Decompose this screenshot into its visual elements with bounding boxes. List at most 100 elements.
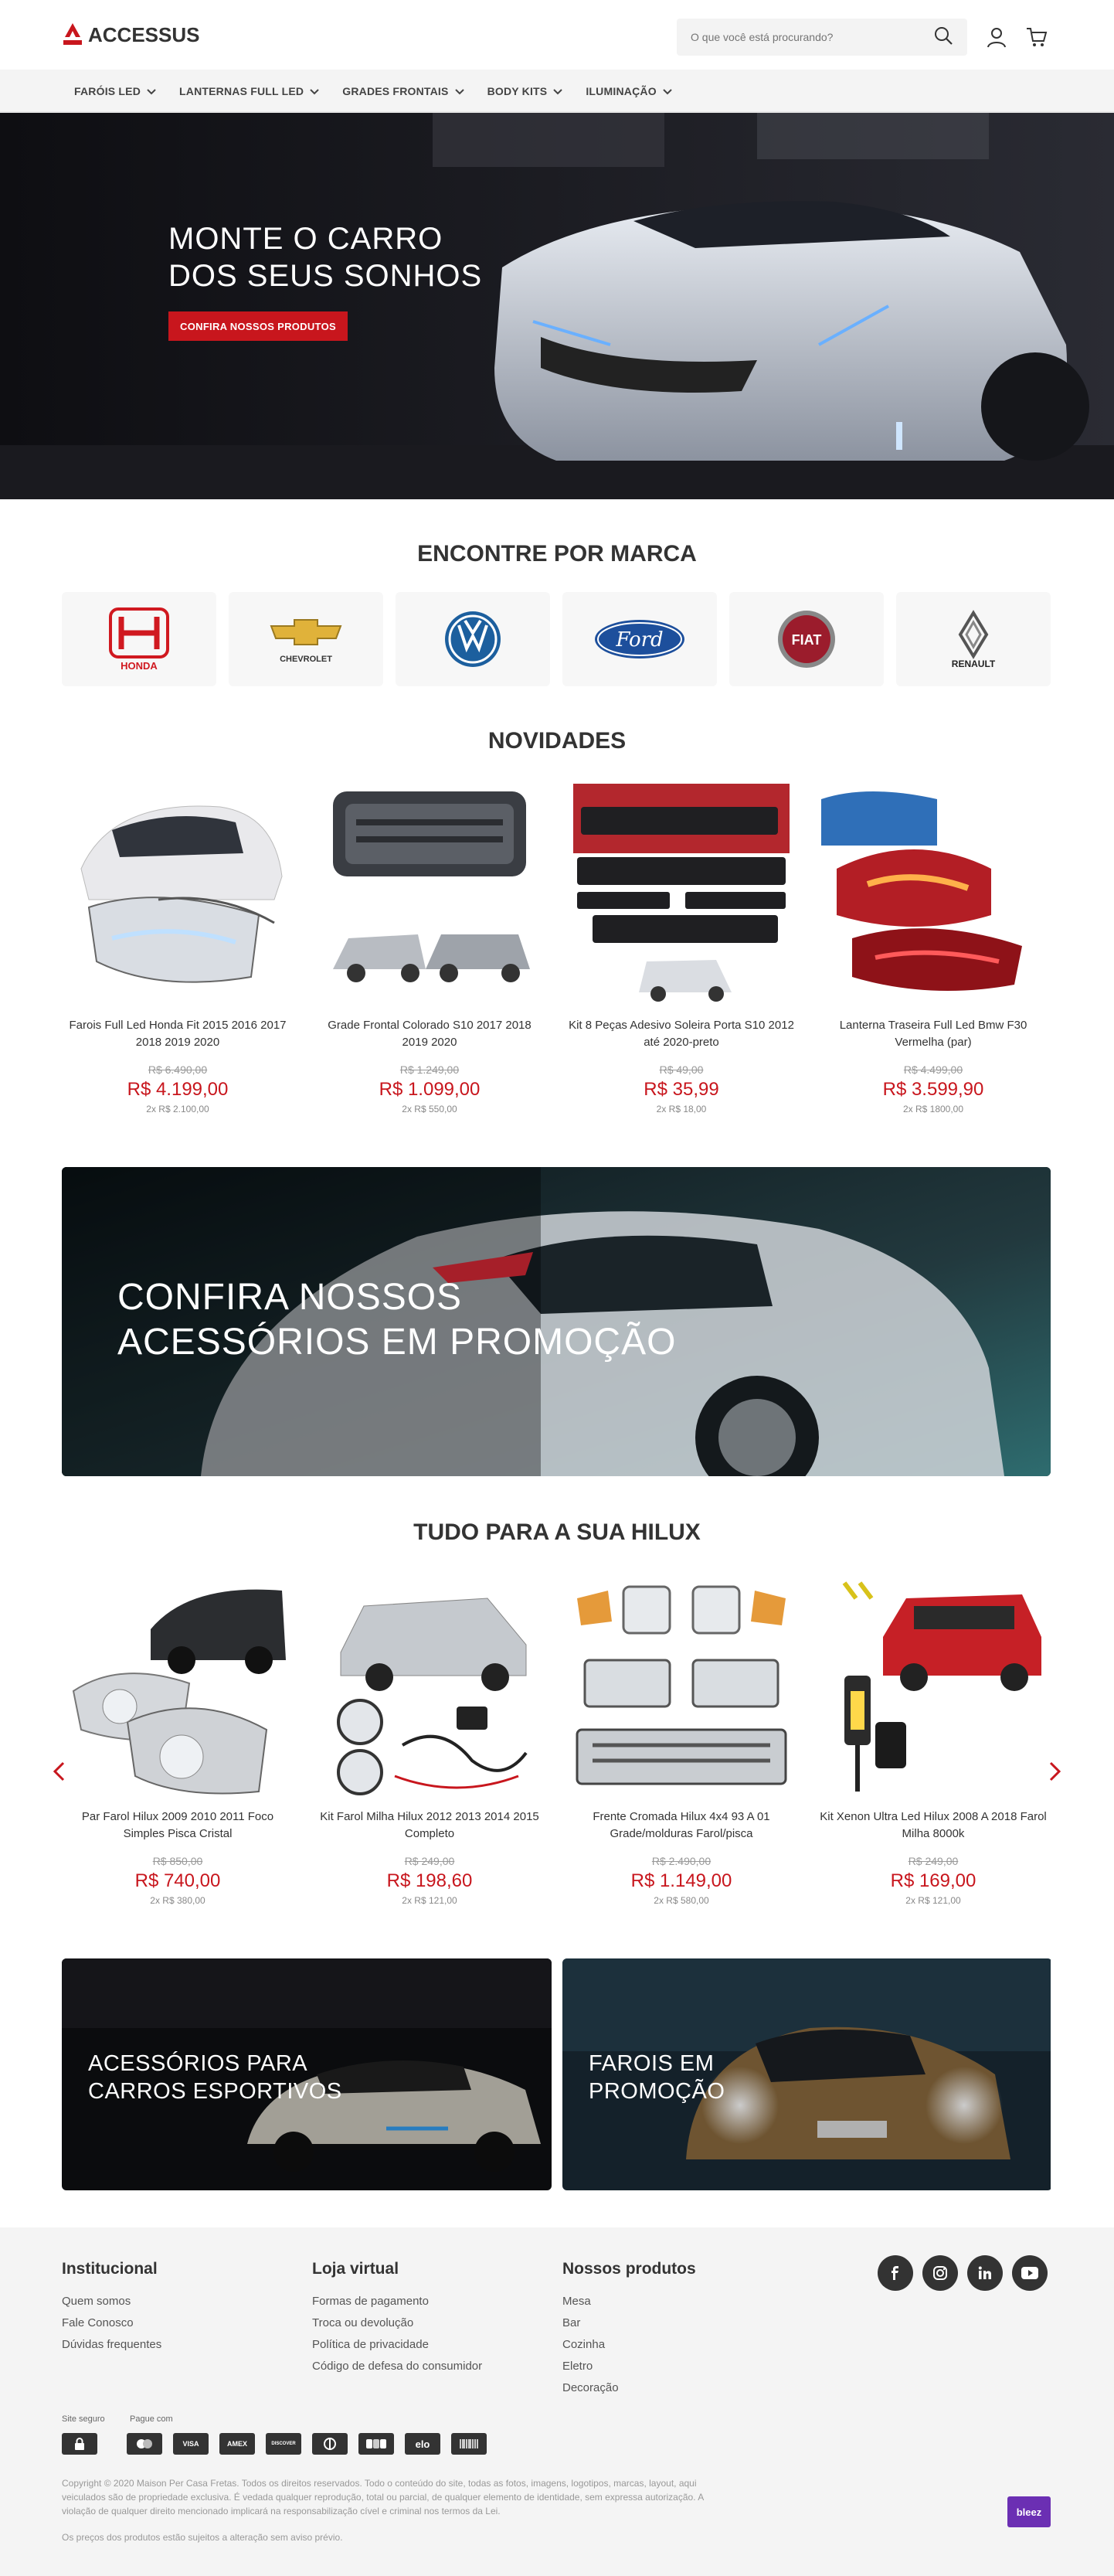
nav-item-grades[interactable]: GRADES FRONTAIS — [342, 85, 464, 97]
product-old-price: R$ 850,00 — [152, 1855, 203, 1867]
footer-link[interactable]: Bar — [562, 2312, 794, 2334]
svg-text:HONDA: HONDA — [121, 660, 158, 672]
product-price: R$ 169,00 — [890, 1870, 976, 1891]
product-name[interactable]: Lanterna Traseira Full Led Bmw F30 Verme… — [817, 1017, 1049, 1051]
footer-link[interactable]: Dúvidas frequentes — [62, 2334, 294, 2356]
product-image[interactable] — [821, 784, 1045, 1008]
footer-link[interactable]: Política de privacidade — [312, 2334, 544, 2356]
hero-banner[interactable] — [0, 113, 1114, 499]
product-price: R$ 1.149,00 — [630, 1870, 732, 1891]
price-notice: Os preços dos produtos estão sujeitos a … — [62, 2532, 343, 2543]
payment-methods: VISA AMEX DISCOVER elo — [62, 2433, 487, 2455]
product-card[interactable]: Frente Cromada Hilux 4x4 93 A 01 Grade/m… — [565, 1575, 797, 1906]
product-card[interactable]: Par Farol Hilux 2009 2010 2011 Foco Simp… — [62, 1575, 294, 1906]
cart-icon[interactable] — [1024, 25, 1049, 49]
product-price: R$ 198,60 — [386, 1870, 473, 1891]
footer-link[interactable]: Eletro — [562, 2356, 794, 2377]
instagram-icon[interactable] — [922, 2255, 958, 2291]
product-card[interactable]: Grade Frontal Colorado S10 2017 2018 201… — [314, 784, 545, 1114]
footer-link[interactable]: Fale Conosco — [62, 2312, 294, 2334]
banner-sport-cars[interactable]: ACESSÓRIOS PARA CARROS ESPORTIVOS — [62, 1958, 552, 2190]
search-bar[interactable] — [677, 19, 967, 56]
product-name[interactable]: Kit 8 Peças Adesivo Soleira Porta S10 20… — [565, 1017, 797, 1051]
product-name[interactable]: Par Farol Hilux 2009 2010 2011 Foco Simp… — [62, 1809, 294, 1843]
nav-item-iluminacao[interactable]: ILUMINAÇÃO — [586, 85, 672, 97]
volkswagen-logo-icon — [445, 611, 501, 667]
product-image[interactable] — [318, 1575, 542, 1799]
product-card[interactable]: Kit Xenon Ultra Led Hilux 2008 A 2018 Fa… — [817, 1575, 1049, 1906]
product-image[interactable] — [569, 784, 793, 1008]
chevrolet-logo-icon: CHEVROLET — [270, 619, 342, 664]
product-old-price: R$ 4.499,00 — [903, 1063, 963, 1076]
product-old-price: R$ 6.490,00 — [148, 1063, 208, 1076]
honda-logo-icon: HONDA — [109, 607, 169, 672]
product-card[interactable]: Farois Full Led Honda Fit 2015 2016 2017… — [62, 784, 294, 1114]
search-input[interactable] — [691, 31, 933, 43]
brand-card-ford[interactable]: Ford — [562, 592, 717, 686]
amex-icon: AMEX — [219, 2433, 255, 2455]
product-image[interactable] — [821, 1575, 1045, 1799]
boleto-icon — [451, 2433, 487, 2455]
product-installments: 2x R$ 1800,00 — [902, 1104, 964, 1114]
product-old-price: R$ 1.249,00 — [399, 1063, 460, 1076]
nav-item-lanternas[interactable]: LANTERNAS FULL LED — [179, 85, 319, 97]
linkedin-icon[interactable] — [967, 2255, 1003, 2291]
lock-icon — [62, 2433, 97, 2455]
nav-item-label: LANTERNAS FULL LED — [179, 85, 304, 97]
product-image[interactable] — [318, 784, 542, 1008]
brands-title: ENCONTRE POR MARCA — [417, 541, 697, 567]
product-name[interactable]: Grade Frontal Colorado S10 2017 2018 201… — [314, 1017, 545, 1051]
bleez-badge[interactable]: bleez — [1007, 2496, 1051, 2527]
product-image[interactable] — [66, 1575, 290, 1799]
youtube-icon[interactable] — [1012, 2255, 1048, 2291]
ford-logo-icon: Ford — [595, 620, 684, 658]
chevron-down-icon — [454, 85, 464, 97]
logo-mark-icon — [62, 22, 83, 48]
product-name[interactable]: Kit Xenon Ultra Led Hilux 2008 A 2018 Fa… — [817, 1809, 1049, 1843]
chevron-down-icon — [310, 85, 319, 97]
product-price: R$ 1.099,00 — [379, 1079, 481, 1100]
user-icon[interactable] — [984, 25, 1009, 49]
product-image[interactable] — [569, 1575, 793, 1799]
footer-link[interactable]: Formas de pagamento — [312, 2291, 544, 2312]
nav-item-farois-led[interactable]: FARÓIS LED — [74, 85, 156, 97]
product-card[interactable]: Kit 8 Peças Adesivo Soleira Porta S10 20… — [565, 784, 797, 1114]
footer-link[interactable]: Cozinha — [562, 2334, 794, 2356]
brand-card-fiat[interactable]: FIAT — [729, 592, 884, 686]
footer-link[interactable]: Mesa — [562, 2291, 794, 2312]
footer-link[interactable]: Código de defesa do consumidor — [312, 2356, 544, 2377]
product-installments: 2x R$ 121,00 — [905, 1895, 961, 1906]
nav-item-label: FARÓIS LED — [74, 85, 141, 97]
product-name[interactable]: Frente Cromada Hilux 4x4 93 A 01 Grade/m… — [565, 1809, 797, 1843]
product-name[interactable]: Kit Farol Milha Hilux 2012 2013 2014 201… — [314, 1809, 545, 1843]
svg-text:FIAT: FIAT — [792, 632, 822, 648]
brand-card-renault[interactable]: RENAULT — [896, 592, 1051, 686]
social-links — [878, 2255, 1048, 2291]
footer-col-title: Loja virtual — [312, 2260, 399, 2278]
hilux-title: TUDO PARA A SUA HILUX — [413, 1519, 701, 1545]
product-name[interactable]: Farois Full Led Honda Fit 2015 2016 2017… — [62, 1017, 294, 1051]
hero-title-line: DOS SEUS SONHOS — [168, 259, 483, 293]
svg-text:RENAULT: RENAULT — [952, 658, 996, 669]
brand-card-volkswagen[interactable] — [396, 592, 550, 686]
promo-banner[interactable]: CONFIRA NOSSOS ACESSÓRIOS EM PROMOÇÃO — [62, 1167, 1051, 1476]
hero-title: MONTE O CARRO DOS SEUS SONHOS — [168, 220, 482, 294]
product-installments: 2x R$ 550,00 — [402, 1104, 457, 1114]
search-icon[interactable] — [933, 26, 953, 49]
brand-card-honda[interactable]: HONDA — [62, 592, 216, 686]
hero-cta-button[interactable]: CONFIRA NOSSOS PRODUTOS — [168, 311, 348, 341]
product-old-price: R$ 249,00 — [908, 1855, 959, 1867]
logo[interactable]: ACCESSUS — [62, 22, 199, 48]
product-card[interactable]: Kit Farol Milha Hilux 2012 2013 2014 201… — [314, 1575, 545, 1906]
facebook-icon[interactable] — [878, 2255, 913, 2291]
promo-text-line: ACESSÓRIOS EM PROMOÇÃO — [117, 1322, 677, 1363]
product-image[interactable] — [66, 784, 290, 1008]
footer-link[interactable]: Troca ou devolução — [312, 2312, 544, 2334]
footer-link[interactable]: Quem somos — [62, 2291, 294, 2312]
brand-card-chevrolet[interactable]: CHEVROLET — [229, 592, 383, 686]
nav-item-body-kits[interactable]: BODY KITS — [487, 85, 563, 97]
product-card[interactable]: Lanterna Traseira Full Led Bmw F30 Verme… — [817, 784, 1049, 1114]
banner-farois-promo[interactable]: FAROIS EM PROMOÇÃO — [562, 1958, 1052, 2190]
footer-link[interactable]: Decoração — [562, 2377, 794, 2399]
logo-text: ACCESSUS — [88, 22, 200, 46]
